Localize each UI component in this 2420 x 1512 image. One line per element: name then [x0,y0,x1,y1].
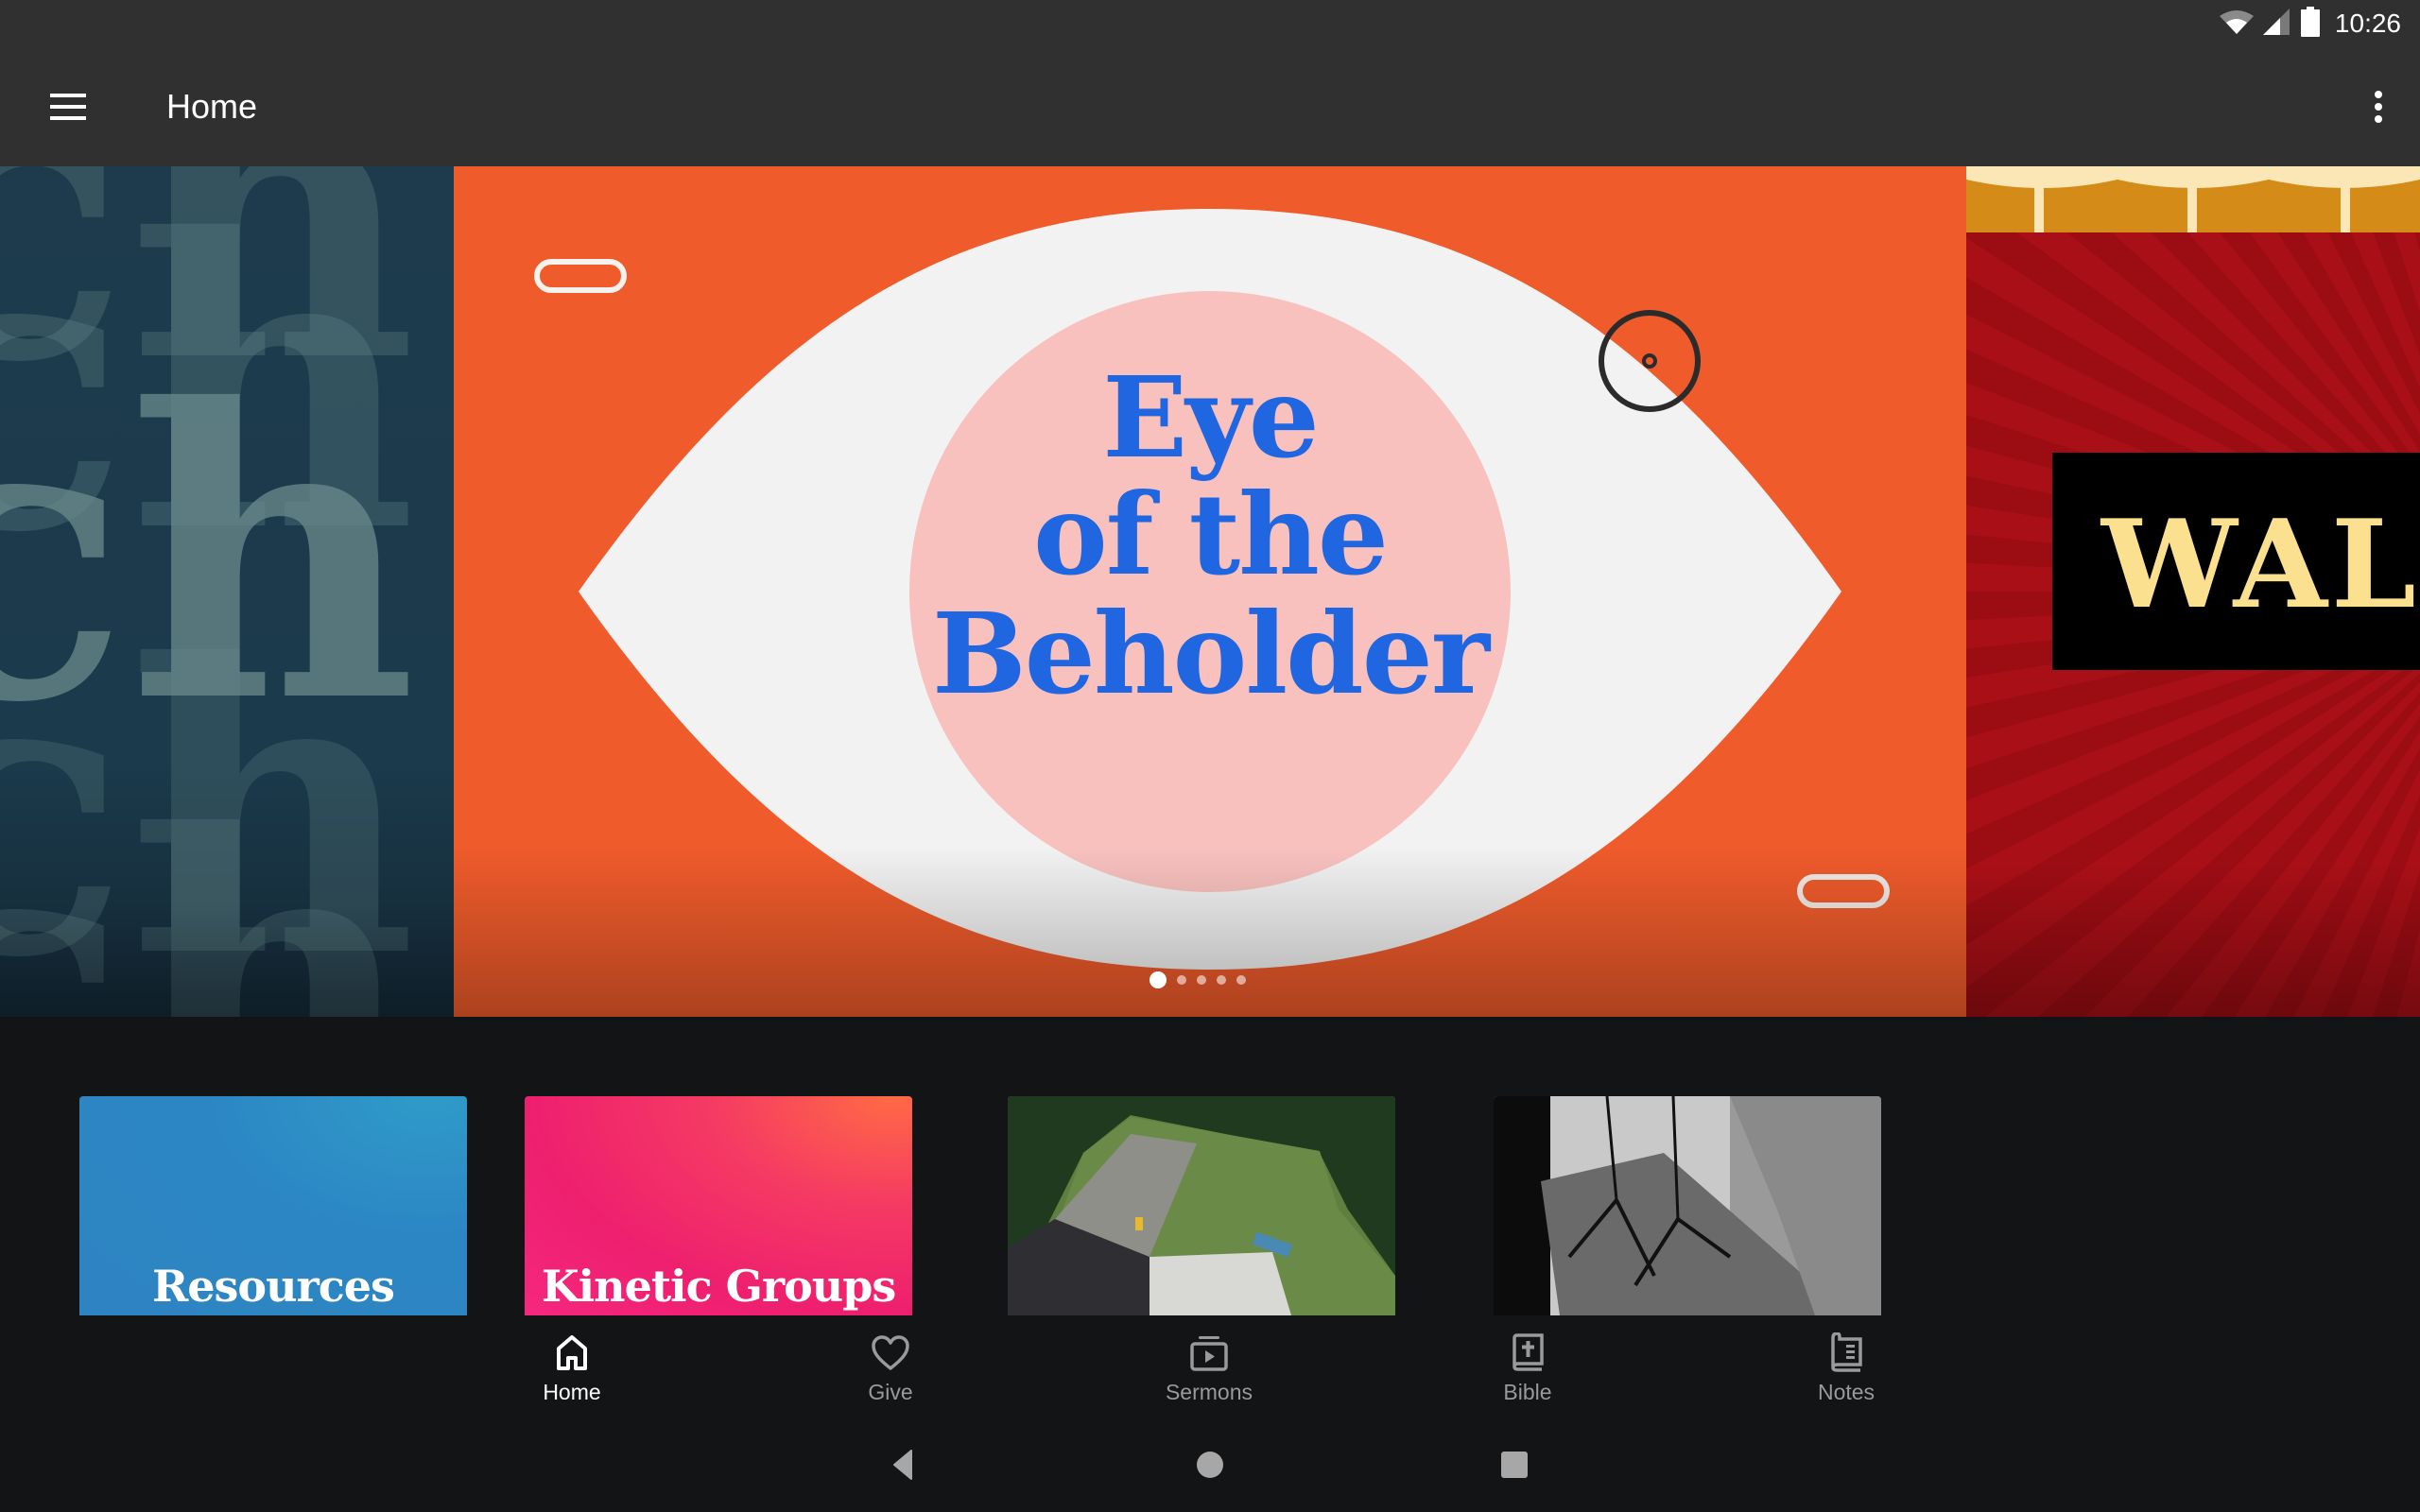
marquee-awning [1966,166,2420,232]
nav-item-bible[interactable]: Bible [1452,1315,1603,1418]
cellular-signal-icon [2262,8,2291,40]
home-circle-icon [1197,1452,1223,1478]
slide-shade [1966,866,2420,1017]
tile-label: Kinetic Groups [541,1261,897,1312]
slide-title-line-3: Beholder [932,588,1490,719]
svg-text:ch: ch [0,166,417,450]
recents-button[interactable] [1491,1444,1538,1486]
page-title: Home [166,87,258,126]
bottom-navigation: Home Give Sermons Bible Notes [0,1315,2420,1418]
nav-item-notes[interactable]: Notes [1771,1315,1922,1418]
slide-title-line-2: of the [1033,469,1389,600]
nav-item-home[interactable]: Home [496,1315,648,1418]
page-dot-4[interactable] [1217,975,1226,985]
nav-label-sermons: Sermons [1165,1380,1253,1404]
nav-label-bible: Bible [1503,1380,1552,1404]
aerial-photo-image [1008,1096,1395,1315]
nav-label-home: Home [543,1380,601,1404]
status-icons: 10:26 [2219,6,2401,42]
system-navigation-bar [0,1418,2420,1512]
battery-icon [2300,6,2320,42]
overflow-menu-button[interactable] [2350,78,2407,135]
tile-label: Resources [152,1261,395,1312]
page-dot-1[interactable] [1150,971,1167,988]
nav-item-sermons[interactable]: Sermons [1133,1315,1285,1418]
marquee-text: WAL [2101,494,2420,636]
heart-icon [870,1332,911,1374]
status-bar: 10:26 [0,0,2420,47]
slide-title-line-1: Eye [1102,352,1320,483]
app-bar: Home [0,47,2420,166]
status-time: 10:26 [2334,9,2401,38]
wifi-icon [2219,9,2254,40]
carousel-slide-next[interactable]: WAL [1966,166,2420,1017]
back-triangle-icon [893,1450,912,1480]
hamburger-menu-icon [50,94,86,120]
carousel-page-indicator [1150,971,1246,988]
nav-item-give[interactable]: Give [815,1315,966,1418]
recents-square-icon [1501,1452,1528,1478]
stage-photo-image [1494,1096,1881,1315]
tile-stage-photo[interactable] [1494,1096,1881,1315]
page-dot-2[interactable] [1177,975,1186,985]
home-button[interactable] [1186,1444,1234,1486]
page-dot-3[interactable] [1197,975,1206,985]
back-button[interactable] [879,1444,926,1486]
page-dot-5[interactable] [1236,975,1246,985]
tile-aerial-photo[interactable] [1008,1096,1395,1315]
tile-resources[interactable]: Resources [79,1096,467,1315]
nav-label-notes: Notes [1817,1380,1876,1404]
bible-book-icon [1507,1332,1548,1374]
carousel-slide-eye-of-the-beholder[interactable]: Eye of the Beholder [454,166,1966,1017]
tile-kinetic-groups[interactable]: Kinetic Groups [525,1096,912,1315]
featured-carousel[interactable]: ch ch ch ch ch Eye of the Beholder WAL [0,166,2420,1017]
nav-label-give: Give [868,1380,913,1404]
notes-book-icon [1825,1332,1867,1374]
menu-button[interactable] [38,78,98,135]
more-vert-icon [2375,91,2382,123]
marquee-sign: WAL [2052,453,2420,670]
home-icon [551,1332,593,1374]
previous-slide-artwork: ch ch ch ch ch [0,166,417,1017]
slide-shade [0,903,454,1017]
carousel-slide-previous[interactable]: ch ch ch ch ch [0,166,454,1017]
video-library-icon [1188,1332,1230,1374]
